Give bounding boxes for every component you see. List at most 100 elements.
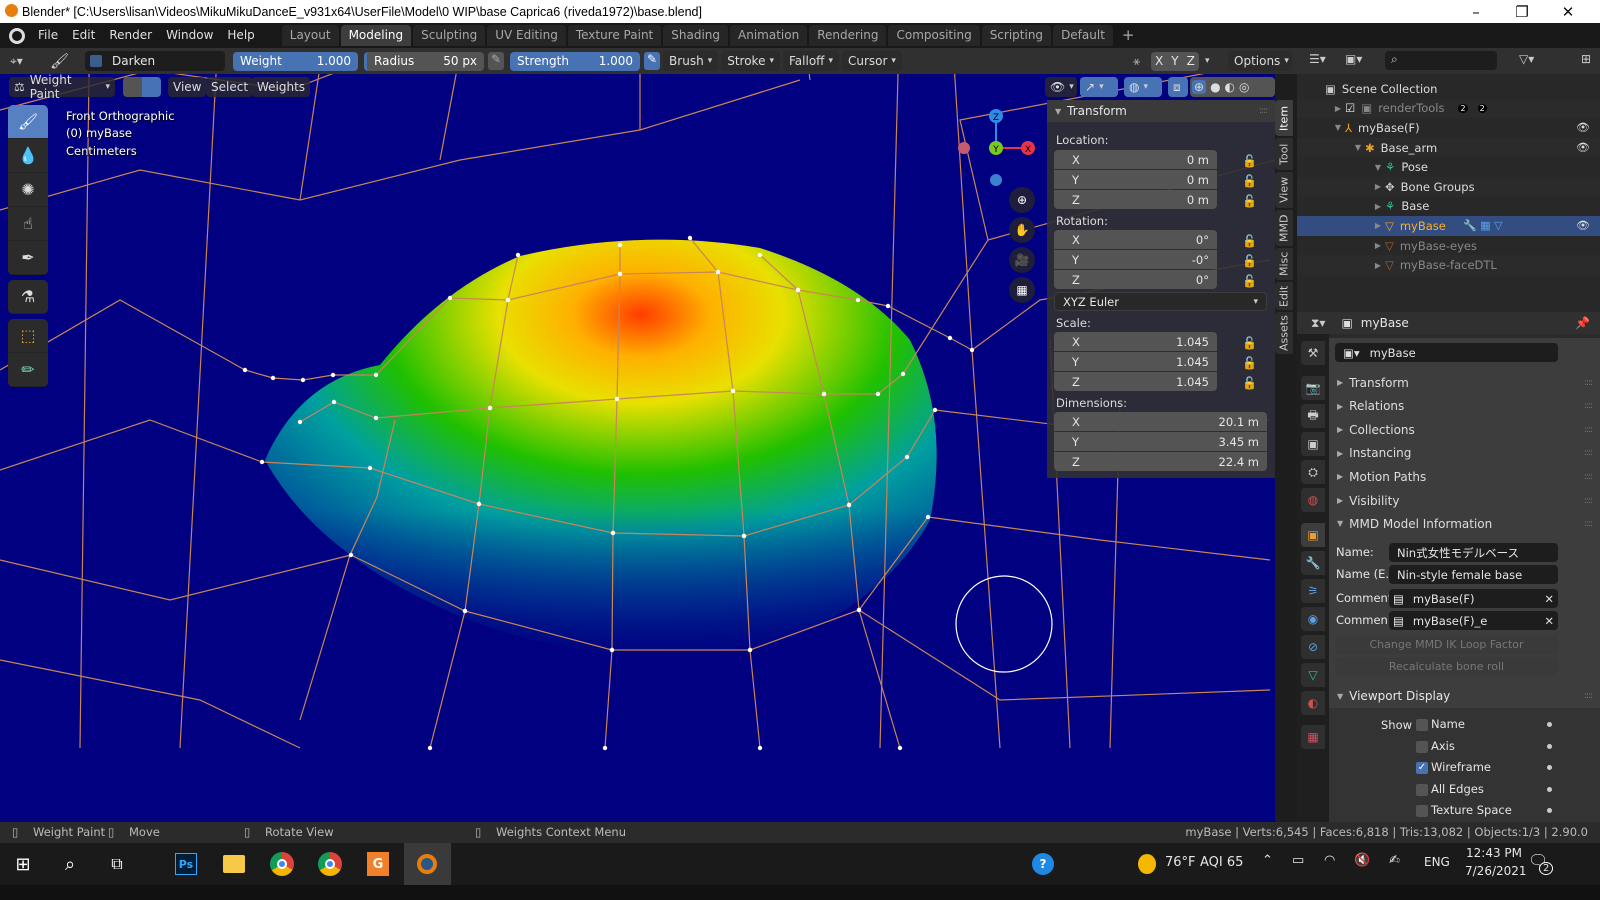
blend-mode-select[interactable]: Darken bbox=[85, 51, 226, 71]
task-view-icon[interactable]: ⧉ bbox=[101, 848, 133, 880]
strength-pressure-icon[interactable]: ✎ bbox=[644, 52, 661, 70]
panel-transform[interactable]: ▶ Transform:::: bbox=[1332, 371, 1600, 394]
foxit-pdf-icon[interactable]: G bbox=[362, 848, 394, 880]
view-menu[interactable]: View bbox=[168, 77, 207, 97]
lock-icon[interactable]: 🔓 bbox=[1242, 336, 1257, 350]
panel-mmd-model-information[interactable]: ▼ MMD Model Information:::: bbox=[1332, 512, 1600, 535]
keyframe-dot-icon[interactable] bbox=[1547, 743, 1552, 749]
chrome-icon[interactable] bbox=[314, 848, 346, 880]
lock-icon[interactable]: 🔓 bbox=[1242, 154, 1257, 168]
visibility-menu[interactable]: 👁 ▾ bbox=[1045, 77, 1077, 97]
mirror-x-toggle[interactable]: X bbox=[1151, 52, 1167, 71]
xray-toggle[interactable]: ⧈ bbox=[1168, 77, 1188, 97]
clock-time[interactable]: 12:43 PM bbox=[1466, 846, 1522, 860]
outliner-item[interactable]: ▶ ⚘ Base bbox=[1297, 197, 1600, 217]
options-menu[interactable]: Options ▾ bbox=[1228, 51, 1292, 71]
panel-visibility[interactable]: ▶ Visibility:::: bbox=[1332, 489, 1600, 512]
dimensions-x-field[interactable]: X 20.1 m bbox=[1054, 412, 1267, 431]
disclosure-triangle-icon[interactable]: ▶ bbox=[1297, 182, 1385, 191]
sample-weight-tool[interactable]: ⚗ bbox=[8, 280, 48, 314]
scale-y-field[interactable]: Y 1.045 bbox=[1054, 352, 1217, 371]
object-data-icon[interactable]: ▽ bbox=[1301, 663, 1325, 687]
lock-icon[interactable]: 🔓 bbox=[1242, 234, 1257, 248]
mmd-name-e-input[interactable]: Nin-style female base bbox=[1389, 565, 1558, 584]
outliner-item[interactable]: ▼ ✱ Base_arm 👁 bbox=[1297, 137, 1600, 158]
volume-muted-icon[interactable]: 🔇 bbox=[1354, 853, 1370, 868]
show-hidden-icons[interactable]: ⌃ bbox=[1262, 853, 1273, 868]
zoom-view-icon[interactable]: ⊕ bbox=[1009, 187, 1035, 213]
neg-z-axis-handle[interactable] bbox=[990, 174, 1002, 186]
camera-view-icon[interactable]: 🎥 bbox=[1009, 247, 1035, 273]
blender-menu-icon[interactable] bbox=[9, 27, 25, 44]
help-icon[interactable]: ? bbox=[1027, 848, 1059, 880]
disclosure-triangle-icon[interactable]: ▶ bbox=[1297, 241, 1385, 250]
weather-sun-icon[interactable] bbox=[1131, 848, 1163, 880]
rendered-shading-icon[interactable]: ◎ bbox=[1239, 80, 1249, 94]
location-z-field[interactable]: Z 0 m bbox=[1054, 190, 1217, 209]
sidebar-tab-edit[interactable]: Edit bbox=[1275, 282, 1293, 310]
pin-icon[interactable]: 📌 bbox=[1575, 316, 1590, 330]
blender-taskbar-icon[interactable] bbox=[411, 848, 443, 880]
panel-motion-paths[interactable]: ▶ Motion Paths:::: bbox=[1332, 465, 1600, 488]
clear-comment-e-icon[interactable]: ✕ bbox=[1544, 614, 1554, 628]
mmd-comment-e-field[interactable]: ▤ myBase(F)_e ✕ bbox=[1389, 611, 1558, 630]
sidebar-tab-view[interactable]: View bbox=[1275, 172, 1293, 208]
filter-icon[interactable]: ▽▾ bbox=[1519, 52, 1534, 66]
material-icon[interactable]: ◐ bbox=[1301, 691, 1325, 715]
disclosure-triangle-icon[interactable]: ▼ bbox=[1297, 143, 1365, 152]
eye-icon[interactable]: 👁 bbox=[1576, 219, 1590, 232]
recalculate-bone-roll-button[interactable]: Recalculate bone roll bbox=[1335, 657, 1558, 676]
outliner-item[interactable]: ▶ ✥ Bone Groups bbox=[1297, 177, 1600, 197]
menu-file[interactable]: File bbox=[31, 23, 65, 48]
weights-menu[interactable]: Weights bbox=[252, 77, 311, 97]
checkbox-all-edges[interactable] bbox=[1416, 783, 1428, 796]
menu-help[interactable]: Help bbox=[220, 23, 261, 48]
smear-tool[interactable]: ☝ bbox=[8, 207, 48, 241]
material-shading-icon[interactable]: ◐ bbox=[1225, 80, 1235, 94]
neg-x-axis-handle[interactable] bbox=[958, 142, 970, 154]
falloff-menu[interactable]: Falloff ▾ bbox=[783, 51, 839, 71]
drag-grip-icon[interactable]: :::: bbox=[1584, 496, 1593, 506]
scale-z-field[interactable]: Z 1.045 bbox=[1054, 372, 1217, 391]
face-mask-toggle[interactable] bbox=[123, 77, 142, 97]
battery-icon[interactable]: ▭ bbox=[1292, 853, 1304, 868]
disclosure-triangle-icon[interactable]: ▶ bbox=[1297, 104, 1345, 113]
mirror-y-toggle[interactable]: Y bbox=[1167, 52, 1182, 71]
brush-menu[interactable]: Brush ▾ bbox=[663, 51, 719, 71]
radius-slider[interactable]: Radius 50 px bbox=[364, 51, 485, 71]
drag-grip-icon[interactable]: :::: bbox=[1584, 378, 1593, 388]
scale-x-field[interactable]: X 1.045 bbox=[1054, 332, 1217, 351]
dimensions-y-field[interactable]: Y 3.45 m bbox=[1054, 432, 1267, 451]
radius-pressure-icon[interactable]: ✎ bbox=[488, 52, 505, 70]
outliner-item[interactable]: ▣ Scene Collection bbox=[1297, 79, 1600, 99]
panel-relations[interactable]: ▶ Relations:::: bbox=[1332, 395, 1600, 418]
tab-default[interactable]: Default bbox=[1053, 25, 1113, 46]
exclude-checkbox[interactable]: ☑ bbox=[1345, 101, 1355, 115]
solid-shading-icon[interactable]: ● bbox=[1210, 80, 1220, 94]
photoshop-icon[interactable]: Ps bbox=[170, 848, 202, 880]
sidebar-tab-assets[interactable]: Assets bbox=[1275, 312, 1293, 354]
tab-compositing[interactable]: Compositing bbox=[888, 25, 980, 46]
outliner-item[interactable]: ▶ ▽ myBase 👁 🔧 ▦ ▽ bbox=[1297, 216, 1600, 236]
weight-slider[interactable]: Weight 1.000 bbox=[233, 51, 359, 71]
drag-grip-icon[interactable]: :::: bbox=[1259, 106, 1268, 116]
rotation-y-field[interactable]: Y -0° bbox=[1054, 250, 1217, 269]
eye-icon[interactable]: 👁 bbox=[1576, 141, 1590, 154]
drag-grip-icon[interactable]: :::: bbox=[1584, 519, 1593, 529]
select-box-tool[interactable]: ⬚ bbox=[8, 319, 48, 353]
drag-grip-icon[interactable]: :::: bbox=[1584, 425, 1593, 435]
lock-icon[interactable]: 🔓 bbox=[1242, 274, 1257, 288]
tab-texture-paint[interactable]: Texture Paint bbox=[567, 25, 662, 46]
drag-grip-icon[interactable]: :::: bbox=[1584, 401, 1593, 411]
sidebar-tab-misc[interactable]: Misc bbox=[1275, 248, 1293, 280]
add-workspace-button[interactable]: + bbox=[1115, 23, 1142, 48]
keyframe-dot-icon[interactable] bbox=[1547, 786, 1552, 792]
blur-tool[interactable]: 💧 bbox=[8, 139, 48, 173]
gradient-tool[interactable]: ✒ bbox=[8, 241, 48, 275]
disclosure-triangle-icon[interactable]: ▼ bbox=[1297, 163, 1385, 172]
minimize-button[interactable]: – bbox=[1453, 0, 1499, 23]
location-y-field[interactable]: Y 0 m bbox=[1054, 170, 1217, 189]
stroke-menu[interactable]: Stroke ▾ bbox=[721, 51, 780, 71]
menu-window[interactable]: Window bbox=[159, 23, 220, 48]
mirror-z-toggle[interactable]: Z bbox=[1183, 52, 1199, 71]
